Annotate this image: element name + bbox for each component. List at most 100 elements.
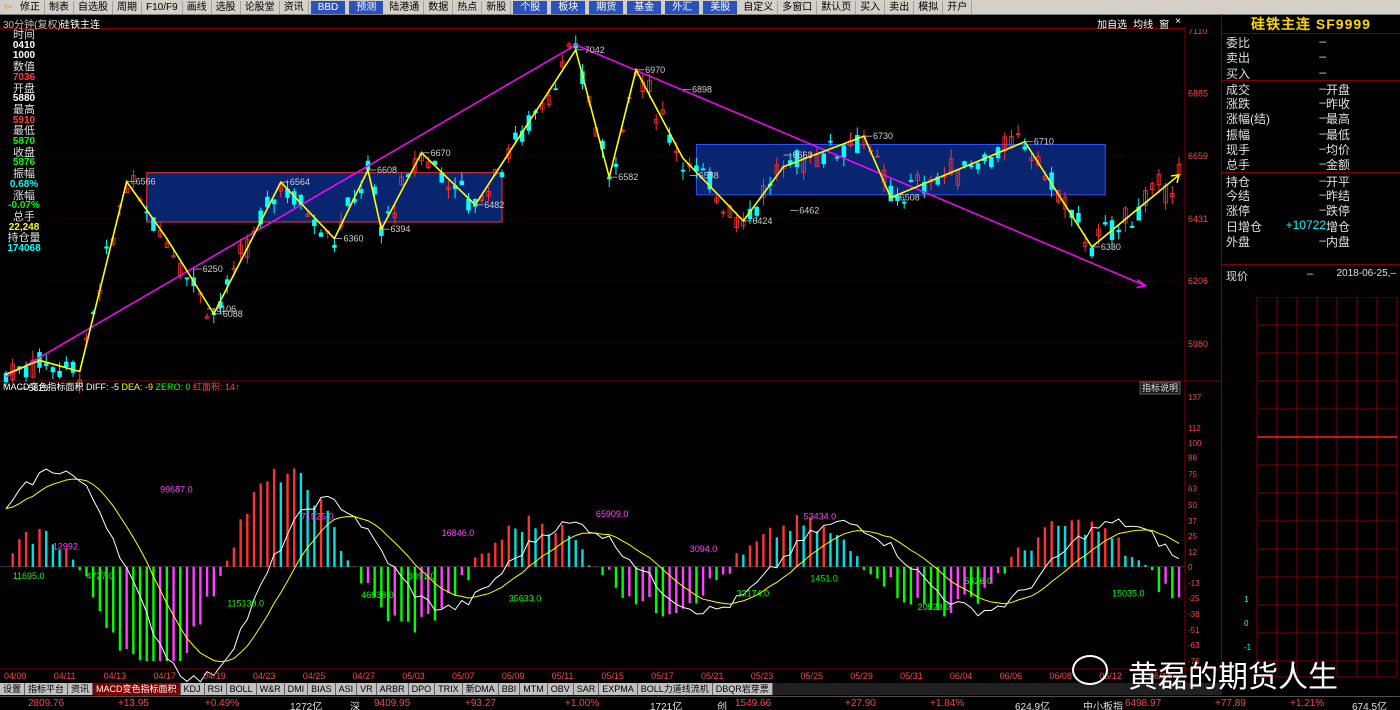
date-tick: 05/25	[801, 671, 824, 681]
toolbar-item[interactable]: 热点	[453, 0, 483, 14]
toolbar-item[interactable]: 论股堂	[241, 0, 280, 14]
status-value: 1272亿	[290, 702, 323, 710]
macd-area-label: 99687.0	[160, 484, 193, 494]
status-value: +77.89	[1215, 698, 1246, 709]
toolbar-item[interactable]: 资讯	[280, 0, 309, 14]
mini-tick-chart: 1 0 -1	[1244, 297, 1398, 678]
macd-tick: -25	[1188, 594, 1200, 603]
current-price-row: 现价 – 2018-06-25,–	[1222, 264, 1400, 283]
toolbar-item[interactable]: 个股	[513, 0, 548, 14]
quote-value: –	[1319, 110, 1326, 125]
indicator-tab[interactable]: RSI	[204, 683, 227, 695]
svg-text:指标说明: 指标说明	[1142, 382, 1178, 393]
price-tick: 6431	[1188, 214, 1208, 224]
toolbar-item[interactable]: 制表	[45, 0, 74, 14]
quote-row: 总手 – 金额	[1222, 156, 1400, 172]
now-value: –	[1307, 268, 1314, 281]
indicator-tab[interactable]: MTM	[520, 683, 548, 695]
macd-area-label: 115139.0	[227, 598, 264, 608]
candle	[1129, 225, 1135, 228]
pivot-label: 6670	[431, 148, 451, 158]
top-toolbar: ⇦ 修正 制表 自选股 周期 F10/F9 画线 选股 论股堂 资讯 BBD 预测 陆港通 数据 热点 新股个…	[0, 0, 1400, 15]
indicator-tab[interactable]: 新DMA	[462, 683, 499, 695]
toolbar-item[interactable]: 买入	[856, 0, 886, 14]
macd-tick: 75	[1188, 470, 1197, 479]
indicator-tab[interactable]: MACD变色指标面积	[93, 683, 181, 695]
toolbar-item[interactable]: 外汇	[665, 0, 700, 14]
macd-area-label: 16846.0	[442, 528, 475, 538]
toolbar-item[interactable]: 画线	[183, 0, 212, 14]
macd-area-label: 35633.0	[509, 594, 542, 604]
toolbar-item[interactable]: 新股	[482, 0, 512, 14]
toolbar-item[interactable]: 选股	[212, 0, 241, 14]
indicator-tab[interactable]: DMI	[284, 683, 309, 695]
candle	[754, 206, 759, 216]
pivot-label: 6564	[290, 177, 310, 187]
candle	[64, 361, 69, 367]
status-value: 674.5亿	[1352, 702, 1388, 710]
indicator-tab[interactable]: 设置	[0, 683, 26, 695]
toolbar-item[interactable]: 修正	[16, 0, 45, 14]
quote-row: 日增仓 +10722 增仓	[1222, 218, 1400, 234]
indicator-tab[interactable]: BOLL力道线流机	[637, 683, 713, 695]
candle	[43, 363, 49, 367]
indicator-tab[interactable]: DPO	[408, 683, 436, 695]
info-value: 174068	[7, 243, 41, 255]
toolbar-item[interactable]: 板块	[551, 0, 586, 14]
date-tick: 05/17	[651, 671, 674, 681]
indicator-tab[interactable]: ASI	[335, 683, 358, 695]
macd-tick: 137	[1188, 393, 1202, 402]
chart-header: 30分钟(复权) 硅铁主连 加自选 均线窗 ×	[0, 15, 1185, 31]
toolbar-item[interactable]: 模拟	[914, 0, 944, 14]
indicator-tab[interactable]: BIAS	[308, 683, 336, 695]
price-tick: 6206	[1188, 276, 1208, 286]
pivot-label: 6462	[799, 205, 819, 215]
date-tick: 06/04	[950, 671, 973, 681]
indicator-tab[interactable]: OBV	[547, 683, 574, 695]
date-tick: 05/21	[701, 671, 724, 681]
toolbar-item[interactable]: 开户	[943, 0, 973, 14]
quote-row: 今结 – 昨结	[1222, 187, 1400, 203]
price-tick: 6885	[1188, 88, 1208, 98]
back-arrow-icon[interactable]: ⇦	[0, 1, 16, 14]
indicator-tab[interactable]: EXPMA	[599, 683, 638, 695]
toolbar-item[interactable]: 预测	[349, 0, 384, 14]
cursor-info-panel: 时间 0410 1000 数值 7036 开盘 5880 最高 5910 最低 5870 收盘 5876…	[0, 30, 48, 255]
toolbar-item[interactable]: 默认页	[817, 0, 857, 14]
quote-value: –	[1319, 156, 1326, 171]
toolbar-item[interactable]: 美股	[703, 0, 738, 14]
indicator-tab[interactable]: W&R	[256, 683, 285, 695]
date-tick: 05/09	[502, 671, 525, 681]
indicator-tab[interactable]: BOLL	[226, 683, 257, 695]
toolbar-item[interactable]: 陆港通	[385, 0, 425, 14]
indicator-tab[interactable]: KDJ	[180, 683, 205, 695]
quote-row: 涨跌 – 昨收	[1222, 95, 1400, 111]
toolbar-item[interactable]: BBD	[310, 0, 346, 14]
kline-chart[interactable]: 7110688566596431620659805820656662506106…	[0, 29, 1221, 683]
indicator-tab[interactable]: SAR	[573, 683, 600, 695]
indicator-tab[interactable]: 资讯	[68, 683, 94, 695]
price-tick: 6659	[1188, 151, 1208, 161]
toolbar-item[interactable]: F10/F9	[142, 0, 183, 14]
quote-row: 现手 – 均价	[1222, 141, 1400, 157]
toolbar-item[interactable]: 基金	[627, 0, 662, 14]
toolbar-item[interactable]: 卖出	[885, 0, 915, 14]
status-value: 创	[717, 702, 727, 710]
indicator-tab[interactable]: BBI	[498, 683, 521, 695]
candle	[975, 163, 981, 170]
candle	[318, 232, 324, 237]
indicator-tab[interactable]: 指标平台	[25, 683, 69, 695]
indicator-tab[interactable]: VR	[357, 683, 377, 695]
toolbar-item[interactable]: 自定义	[739, 0, 779, 14]
toolbar-item[interactable]: 期货	[589, 0, 624, 14]
macd-tick: 12	[1188, 548, 1197, 557]
toolbar-item[interactable]: 多窗口	[778, 0, 818, 14]
indicator-tab[interactable]: TRIX	[435, 683, 463, 695]
indicator-tab[interactable]: DBQR岩芽票	[712, 683, 773, 695]
toolbar-item[interactable]: 周期	[113, 0, 142, 14]
toolbar-item[interactable]: 自选股	[74, 0, 113, 14]
candle	[50, 367, 56, 373]
indicator-tab[interactable]: ARBR	[376, 683, 409, 695]
candle	[1089, 247, 1095, 257]
toolbar-item[interactable]: 数据	[424, 0, 454, 14]
